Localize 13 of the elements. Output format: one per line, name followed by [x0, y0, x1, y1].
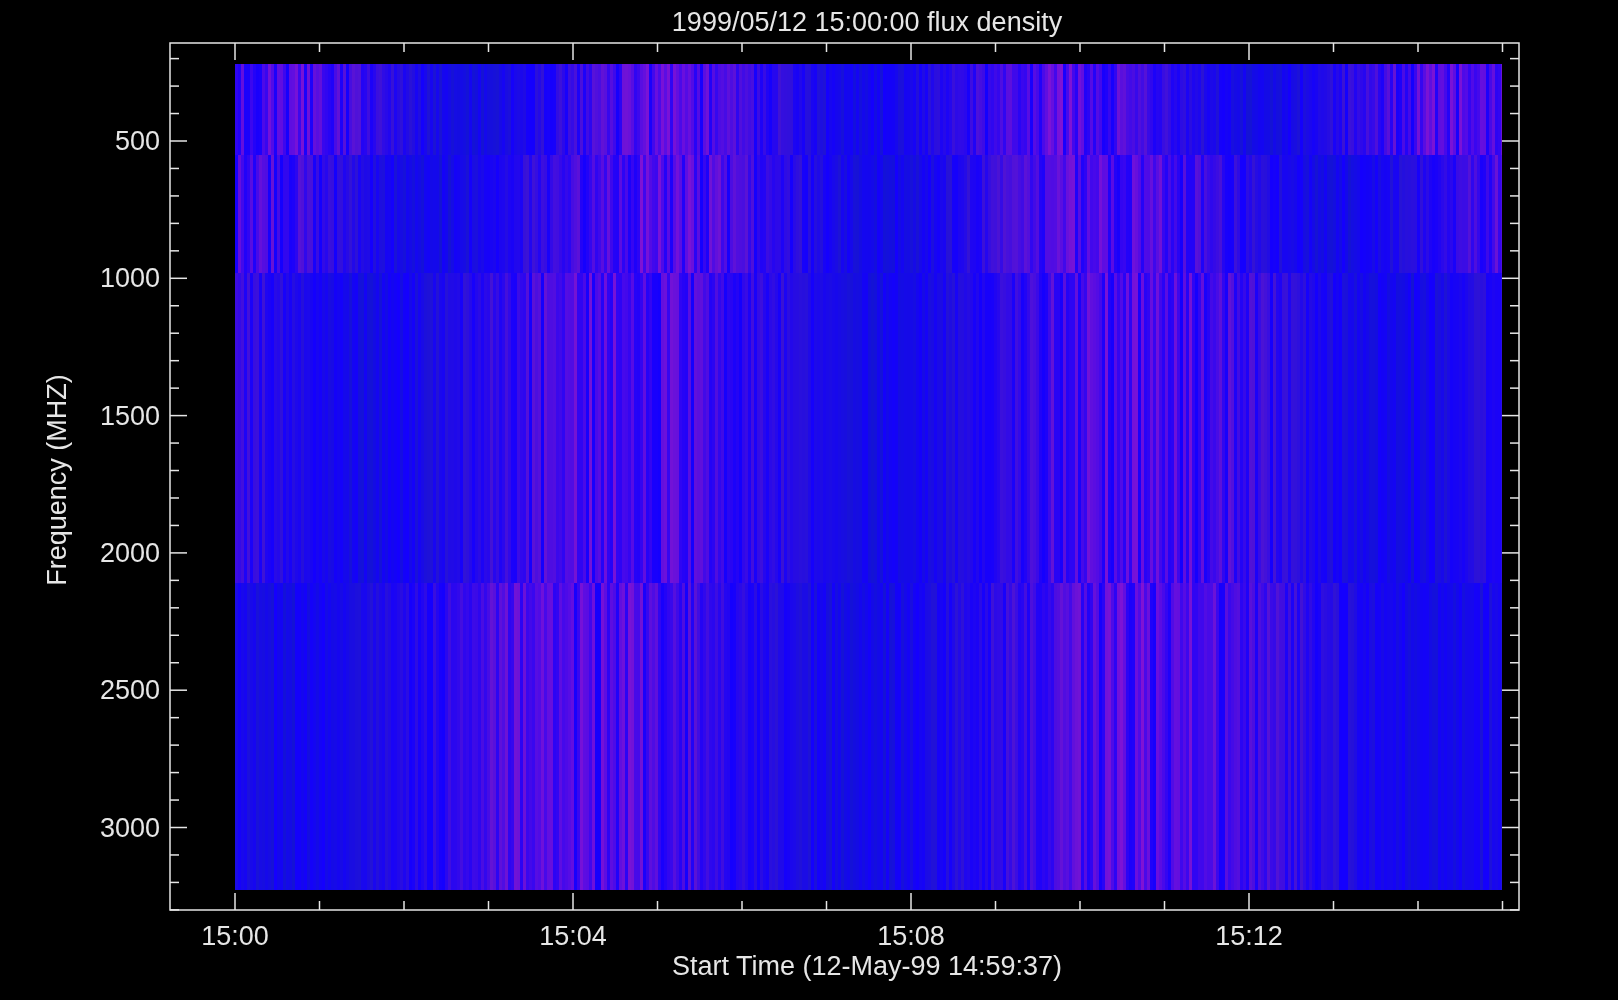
x-tick-label: 15:12	[1215, 921, 1283, 951]
y-tick-label: 1000	[99, 263, 160, 294]
y-tick-label: 500	[114, 126, 160, 156]
x-axis-label: Start Time (12-May-99 14:59:37)	[671, 951, 1063, 981]
y-tick-label: 1500	[99, 400, 160, 431]
y-tick-label: 2000	[99, 537, 160, 568]
y-axis-label: Frequency (MHZ)	[42, 374, 72, 586]
y-tick-label: 3000	[99, 812, 160, 843]
plot-title: 1999/05/12 15:00:00 flux density	[671, 7, 1063, 37]
x-tick-label: 15:08	[877, 921, 945, 951]
y-tick-label: 2500	[99, 675, 160, 706]
x-tick-label: 15:00	[201, 921, 269, 951]
x-tick-label: 15:04	[539, 921, 607, 951]
